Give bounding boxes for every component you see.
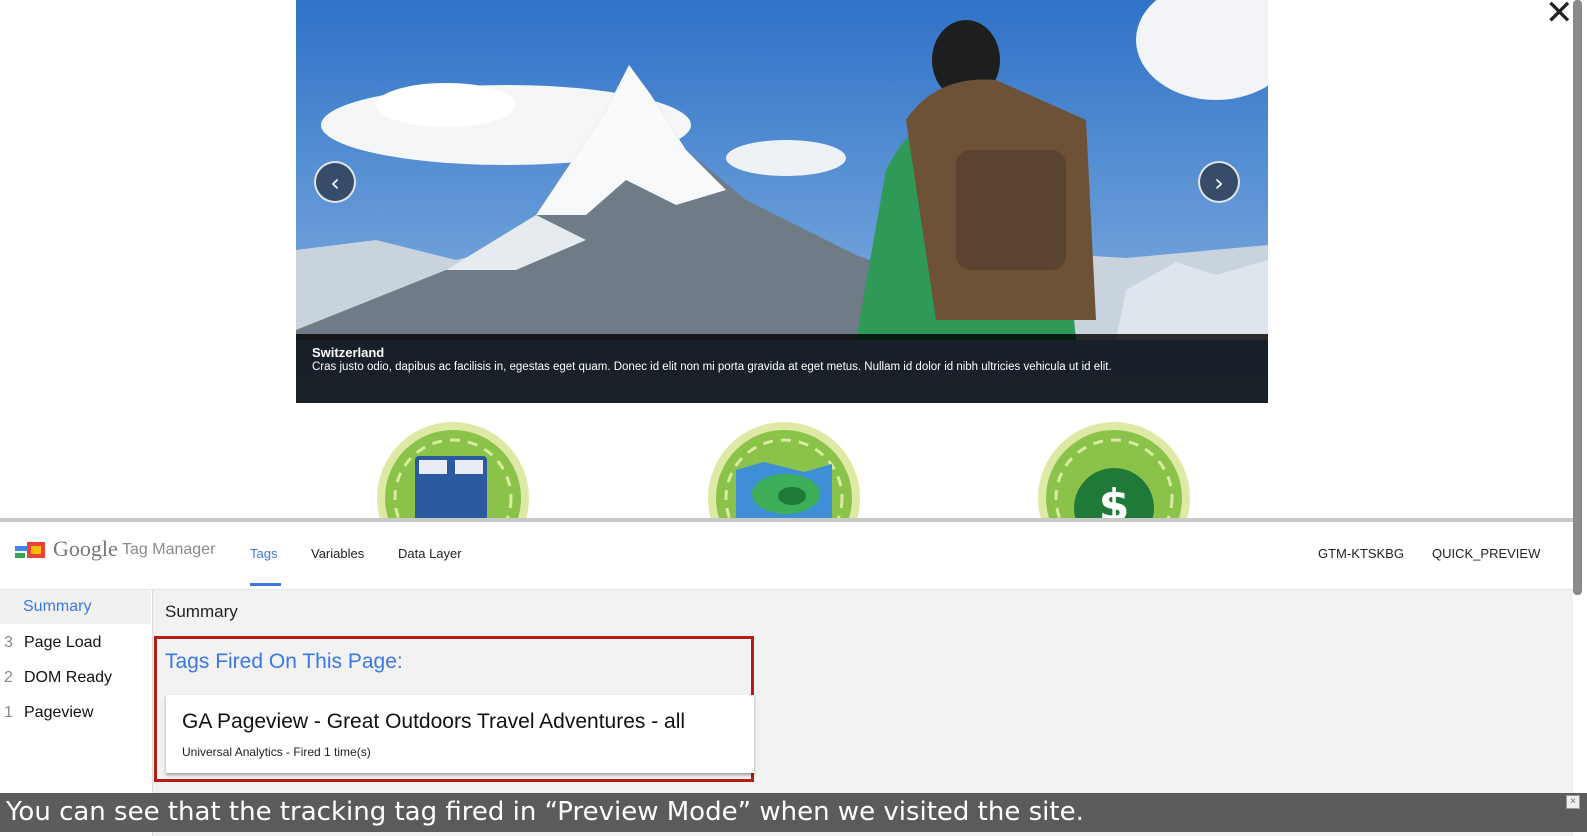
container-id: GTM-KTSKBG: [1318, 546, 1404, 561]
tab-tags[interactable]: Tags: [250, 546, 277, 561]
gtm-product-name: Tag Manager: [122, 541, 216, 558]
gtm-brand: Google: [53, 536, 118, 561]
gtm-logo-icon: [15, 542, 45, 558]
gtm-header: Google Tag Manager Tags Variables Data L…: [0, 522, 1573, 590]
tab-data-layer[interactable]: Data Layer: [398, 546, 462, 561]
carousel-prev-button[interactable]: ‹: [314, 161, 356, 203]
tag-name: GA Pageview - Great Outdoors Travel Adve…: [182, 710, 686, 733]
sidebar-item-summary[interactable]: Summary: [0, 590, 151, 624]
preview-environment: QUICK_PREVIEW: [1432, 546, 1541, 561]
tab-active-indicator: [250, 583, 281, 586]
page-title: Summary: [165, 602, 238, 621]
subtitle-bar: You can see that the tracking tag fired …: [0, 793, 1587, 832]
subtitle-close-icon[interactable]: ×: [1566, 795, 1580, 809]
event-number: 1: [4, 704, 13, 721]
map-icon[interactable]: [706, 420, 863, 518]
event-number: 3: [4, 634, 13, 651]
tag-detail: Universal Analytics - Fired 1 time(s): [182, 745, 371, 759]
dollar-icon[interactable]: $: [1036, 420, 1193, 518]
tags-fired-heading: Tags Fired On This Page:: [165, 650, 403, 673]
event-label: Pageview: [24, 704, 94, 721]
event-label: DOM Ready: [24, 669, 113, 686]
sidebar-item-label: Summary: [23, 598, 92, 615]
carousel-caption: Switzerland Cras justo odio, dapibus ac …: [296, 334, 1268, 403]
caption-title: Switzerland: [312, 345, 385, 360]
hero-carousel: ‹ › Switzerland Cras justo odio, dapibus…: [296, 0, 1268, 403]
page-scrollbar[interactable]: [1573, 0, 1582, 595]
event-label: Page Load: [24, 634, 102, 651]
carousel-next-button[interactable]: ›: [1198, 161, 1240, 203]
svg-text:$: $: [1099, 480, 1130, 518]
event-number: 2: [4, 669, 13, 686]
tab-variables[interactable]: Variables: [311, 546, 364, 561]
caption-text: Cras justo odio, dapibus ac facilisis in…: [312, 361, 1112, 373]
subtitle-text: You can see that the tracking tag fired …: [6, 797, 1084, 827]
bed-icon[interactable]: [375, 420, 532, 518]
tag-card[interactable]: GA Pageview - Great Outdoors Travel Adve…: [166, 695, 754, 773]
close-icon[interactable]: ✕: [1545, 0, 1574, 30]
